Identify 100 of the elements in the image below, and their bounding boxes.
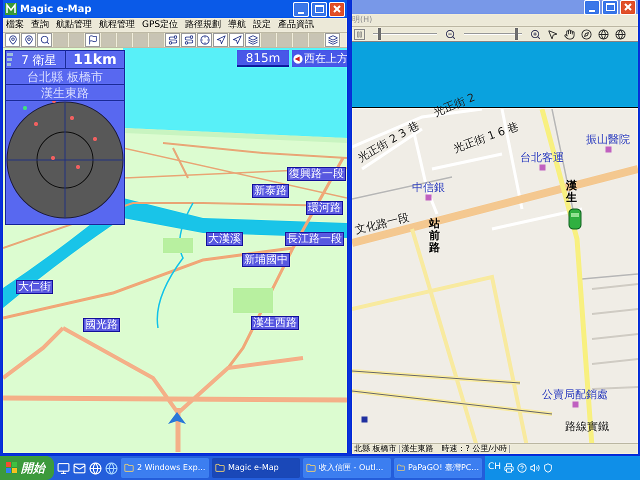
street-label: 大漢溪 bbox=[206, 232, 243, 246]
toolbar-button[interactable] bbox=[181, 33, 196, 47]
vehicle-arrow-icon bbox=[168, 412, 186, 424]
taskbar-button[interactable]: PaPaGO! 臺灣PC... bbox=[394, 458, 482, 478]
browser-icon[interactable] bbox=[105, 462, 118, 474]
desktop-icon[interactable] bbox=[57, 462, 70, 474]
tool-icon bbox=[328, 35, 338, 45]
menu-item[interactable]: 導航 bbox=[228, 20, 246, 30]
street-label: 光正街 2 3 巷 bbox=[356, 120, 422, 164]
poi-label: 中信銀 bbox=[412, 182, 445, 194]
menu-item[interactable]: 檔案 bbox=[6, 20, 24, 30]
window-icon bbox=[215, 463, 225, 473]
tool-icon bbox=[40, 35, 50, 45]
street-label: 漢生 bbox=[566, 180, 577, 204]
tool-icon bbox=[88, 35, 98, 45]
select-icon[interactable] bbox=[547, 28, 558, 40]
minimize-button[interactable] bbox=[293, 2, 309, 16]
menu-item[interactable]: 設定 bbox=[253, 20, 272, 30]
slider-thumb[interactable] bbox=[378, 28, 381, 40]
poi-marker-icon bbox=[361, 416, 368, 423]
taskbar-button[interactable]: Magic e-Map bbox=[212, 458, 300, 478]
tool-icon bbox=[168, 35, 178, 45]
toolbar-button[interactable] bbox=[245, 33, 260, 47]
globe-icon[interactable] bbox=[598, 28, 609, 40]
street-label: 新埔國中 bbox=[242, 253, 290, 267]
volume-icon[interactable] bbox=[530, 463, 540, 473]
taskbar-button[interactable]: 收入信匣 - Outl... bbox=[303, 458, 391, 478]
window-icon bbox=[306, 463, 316, 473]
globe-icon[interactable] bbox=[615, 28, 626, 40]
toolbar-button[interactable] bbox=[325, 33, 340, 47]
hand-icon[interactable] bbox=[564, 28, 575, 40]
poi-label: 振山醫院 bbox=[586, 134, 630, 146]
car-icon bbox=[568, 208, 582, 230]
poi-marker-icon bbox=[425, 194, 432, 201]
toolbar-button[interactable] bbox=[213, 33, 228, 47]
window-title: Magic e-Map bbox=[20, 2, 92, 16]
slider-track[interactable] bbox=[371, 28, 439, 40]
zoom-in-icon[interactable] bbox=[530, 28, 541, 40]
scale-indicator: 815m bbox=[237, 50, 289, 67]
pause-icon bbox=[356, 30, 363, 38]
street-label: 環河路 bbox=[306, 201, 343, 215]
status-text: 漢生東路 時速：? 公里/小時 bbox=[400, 445, 510, 453]
menu-item[interactable]: GPS定位 bbox=[142, 20, 178, 30]
menu-item[interactable]: 航點管理 bbox=[56, 20, 92, 30]
toolbar-button[interactable] bbox=[229, 33, 244, 47]
compass-icon bbox=[293, 52, 303, 64]
maximize-button[interactable] bbox=[311, 2, 327, 16]
tool-icon bbox=[200, 35, 210, 45]
toolbar-button[interactable] bbox=[21, 33, 36, 47]
close-icon bbox=[333, 5, 341, 13]
close-button[interactable] bbox=[620, 0, 636, 14]
menu-item[interactable]: 路徑規劃 bbox=[185, 20, 222, 30]
toolbar-button[interactable] bbox=[85, 33, 100, 47]
help-icon[interactable] bbox=[517, 463, 528, 473]
toolbar-button[interactable] bbox=[197, 33, 212, 47]
distance-value: 11km bbox=[72, 51, 118, 68]
street-label: 國光路 bbox=[83, 318, 120, 332]
city-name: 台北縣 板橋市 bbox=[6, 69, 124, 85]
poi-marker-icon bbox=[538, 164, 546, 171]
satellite-count: 7 衛星 bbox=[13, 51, 66, 68]
poi-marker-icon bbox=[572, 401, 578, 408]
taskbar-button[interactable]: 2 Windows Exp... bbox=[121, 458, 209, 478]
tool-icon bbox=[24, 35, 34, 45]
signal-bars-icon bbox=[7, 53, 13, 67]
poi-marker-icon bbox=[604, 146, 612, 153]
street-label: 漢生西路 bbox=[251, 316, 299, 330]
toolbar-button[interactable] bbox=[5, 33, 20, 47]
menu-item[interactable]: 產品資訊 bbox=[278, 20, 314, 30]
zoom-out-icon[interactable] bbox=[445, 28, 456, 40]
shield-icon[interactable] bbox=[543, 463, 554, 473]
street-label: 站前路 bbox=[429, 218, 440, 254]
poi-label: 公賣局配銷處 bbox=[542, 389, 608, 401]
street-label: 文化路一段 bbox=[354, 212, 410, 237]
close-icon bbox=[624, 3, 632, 11]
mail-icon[interactable] bbox=[73, 462, 86, 474]
tool-icon bbox=[8, 35, 18, 45]
toolbar-button[interactable] bbox=[165, 33, 180, 47]
tool-icon bbox=[248, 35, 258, 45]
slider-thumb[interactable] bbox=[514, 28, 518, 40]
close-button[interactable] bbox=[329, 2, 345, 16]
road-name: 漢生東路 bbox=[6, 85, 124, 101]
start-button[interactable]: 開始 bbox=[0, 456, 54, 480]
map-view[interactable]: 光正街 2 振山醫院 光正街 2 3 巷 光正街 1 6 巷 台北客運 漢生 中信銀 站前路 文化路一段 公賣局配銷處 路線實鐵 bbox=[352, 41, 638, 443]
pause-button[interactable] bbox=[354, 28, 365, 40]
street-label: 大仁街 bbox=[16, 280, 53, 294]
menu-item[interactable]: 航程管理 bbox=[99, 20, 135, 30]
app-logo-icon bbox=[5, 3, 17, 15]
maximize-button[interactable] bbox=[602, 0, 618, 14]
windows-logo-icon bbox=[6, 462, 18, 474]
poi-label: 台北客運 bbox=[520, 152, 564, 164]
street-label: 路線實鐵 bbox=[565, 421, 609, 433]
window-icon bbox=[397, 463, 405, 473]
tool-icon bbox=[184, 35, 194, 45]
street-label: 光正街 2 bbox=[432, 92, 477, 120]
menu-item[interactable]: 查詢 bbox=[31, 20, 49, 30]
toolbar-button[interactable] bbox=[37, 33, 52, 47]
street-label: 復興路一段 bbox=[287, 167, 346, 181]
minimize-button[interactable] bbox=[584, 0, 600, 14]
status-text: 北縣 板橋市 bbox=[352, 445, 400, 453]
slider-track[interactable] bbox=[462, 28, 524, 40]
